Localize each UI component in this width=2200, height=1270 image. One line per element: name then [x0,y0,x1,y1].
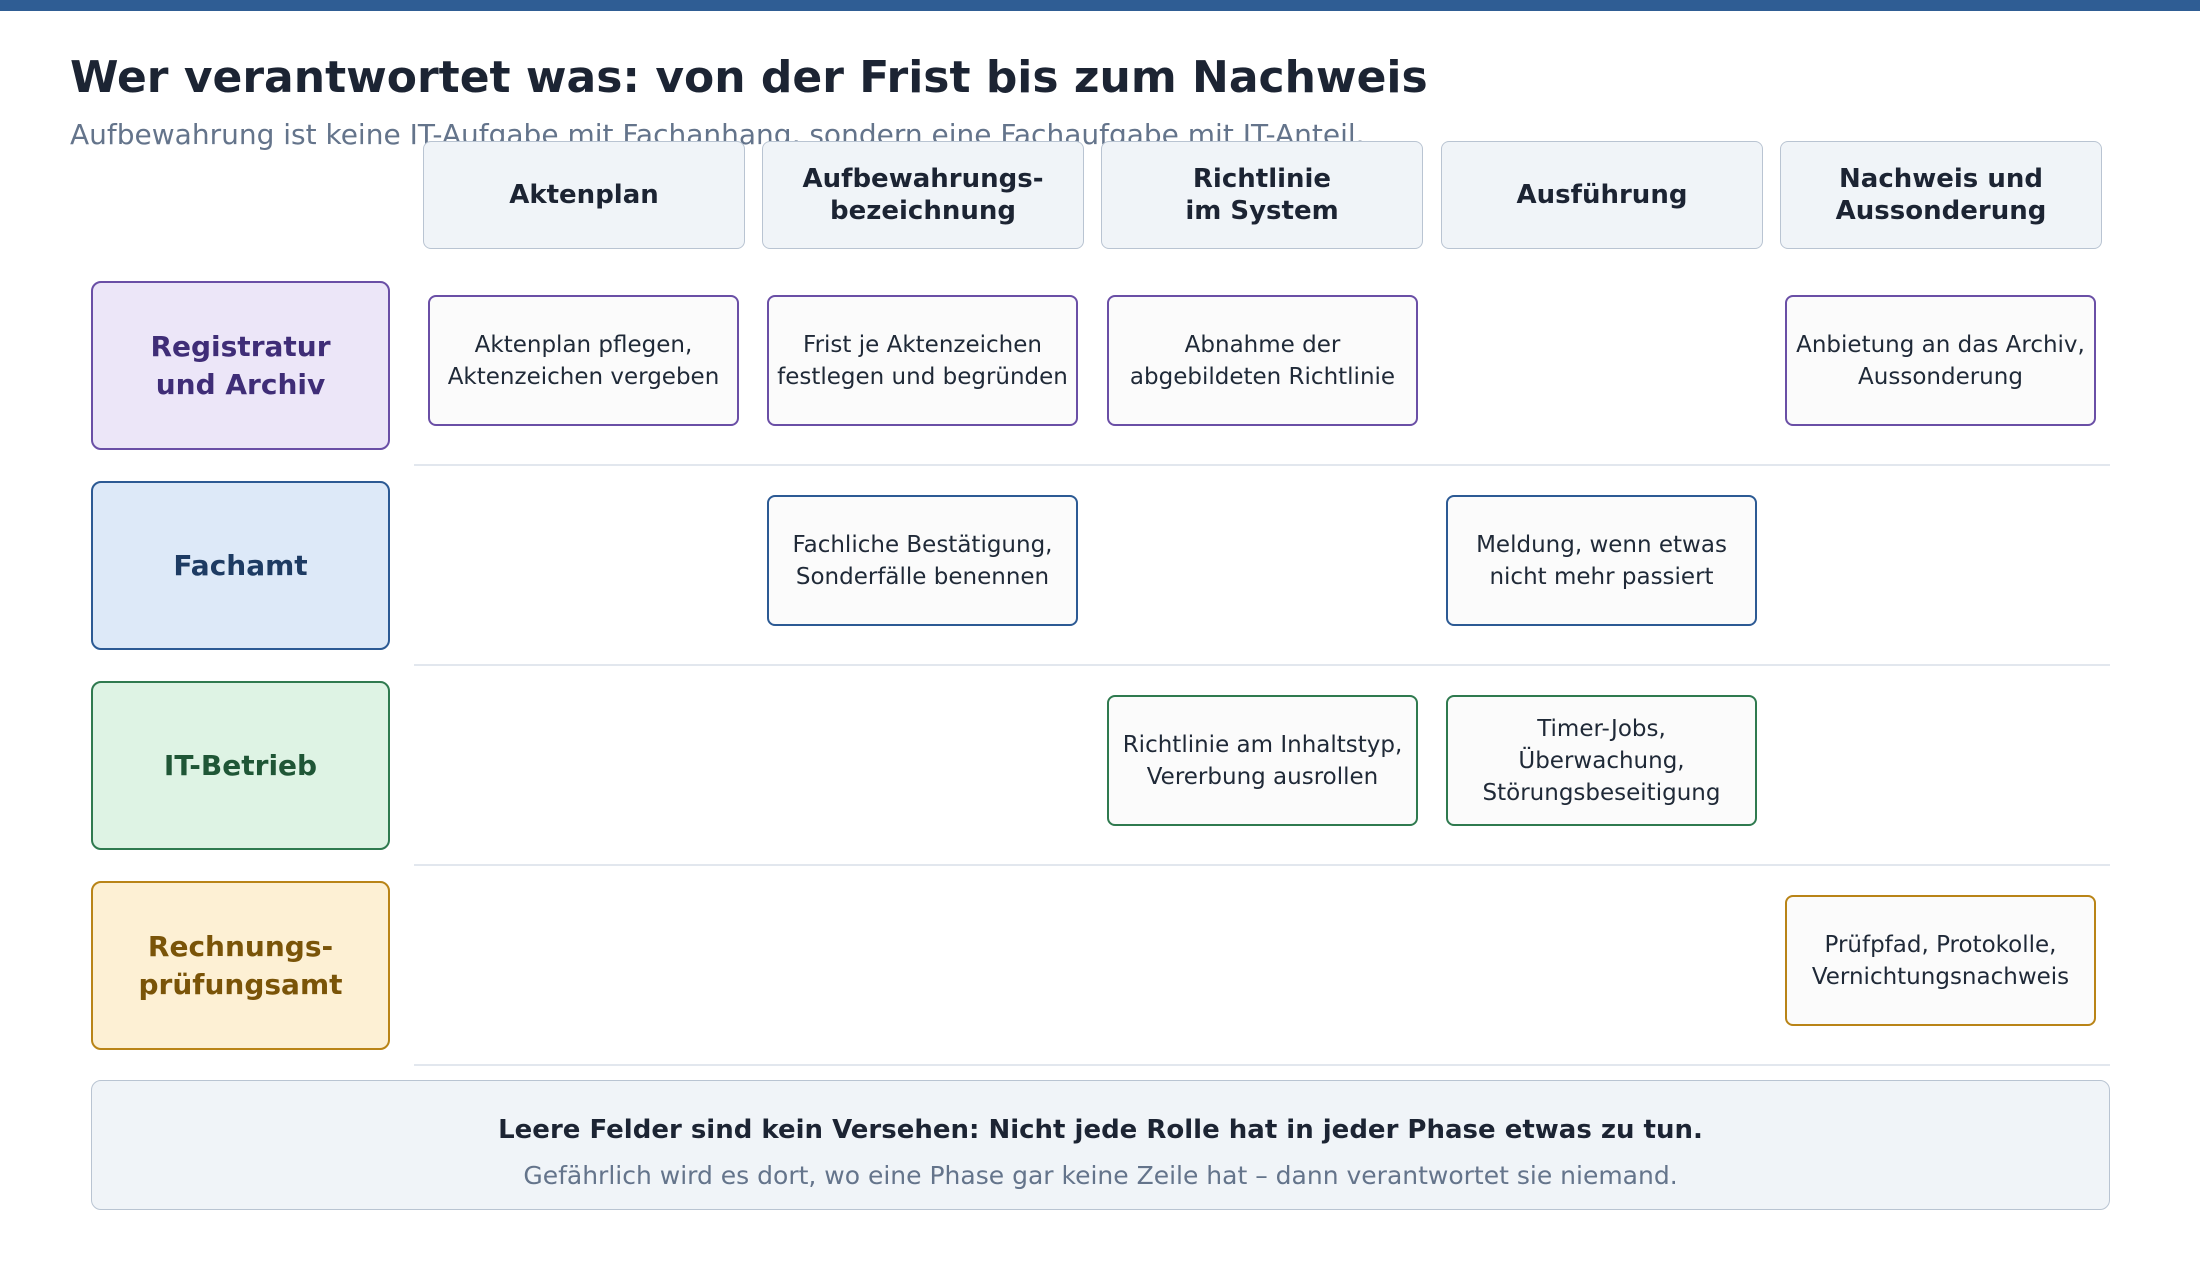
role-rechnungspruefungsamt: Rechnungs- prüfungsamt [91,881,390,1050]
role-registratur-archiv: Registratur und Archiv [91,281,390,450]
cell-rpa-nachweis: Prüfpfad, Protokolle, Vernichtungsnachwe… [1785,895,2096,1026]
role-it-betrieb: IT-Betrieb [91,681,390,850]
page-title: Wer verantwortet was: von der Frist bis … [70,52,1428,103]
footer-note-main: Leere Felder sind kein Versehen: Nicht j… [498,1115,1703,1145]
cell-registratur-richtlinie: Abnahme der abgebildeten Richtlinie [1107,295,1418,426]
cell-fachamt-aufbewahrungsbezeichnung: Fachliche Bestätigung, Sonderfälle benen… [767,495,1078,626]
row-divider [414,1064,2110,1066]
cell-it-ausfuehrung: Timer-Jobs, Überwachung, Störungsbeseiti… [1446,695,1757,826]
cell-it-richtlinie: Richtlinie am Inhaltstyp, Vererbung ausr… [1107,695,1418,826]
diagram-canvas: Wer verantwortet was: von der Frist bis … [0,0,2200,1270]
row-divider [414,664,2110,666]
top-accent-bar [0,0,2200,11]
cell-fachamt-ausfuehrung: Meldung, wenn etwas nicht mehr passiert [1446,495,1757,626]
phase-header-nachweis: Nachweis und Aussonderung [1780,141,2102,249]
cell-registratur-aktenplan: Aktenplan pflegen, Aktenzeichen vergeben [428,295,739,426]
cell-registratur-nachweis: Anbietung an das Archiv, Aussonderung [1785,295,2096,426]
cell-registratur-aufbewahrungsbezeichnung: Frist je Aktenzeichen festlegen und begr… [767,295,1078,426]
phase-header-aktenplan: Aktenplan [423,141,745,249]
footer-note: Leere Felder sind kein Versehen: Nicht j… [91,1080,2110,1210]
phase-header-aufbewahrungsbezeichnung: Aufbewahrungs- bezeichnung [762,141,1084,249]
footer-note-sub: Gefährlich wird es dort, wo eine Phase g… [523,1161,1678,1190]
row-divider [414,864,2110,866]
row-divider [414,464,2110,466]
role-fachamt: Fachamt [91,481,390,650]
phase-header-richtlinie: Richtlinie im System [1101,141,1423,249]
phase-header-ausfuehrung: Ausführung [1441,141,1763,249]
